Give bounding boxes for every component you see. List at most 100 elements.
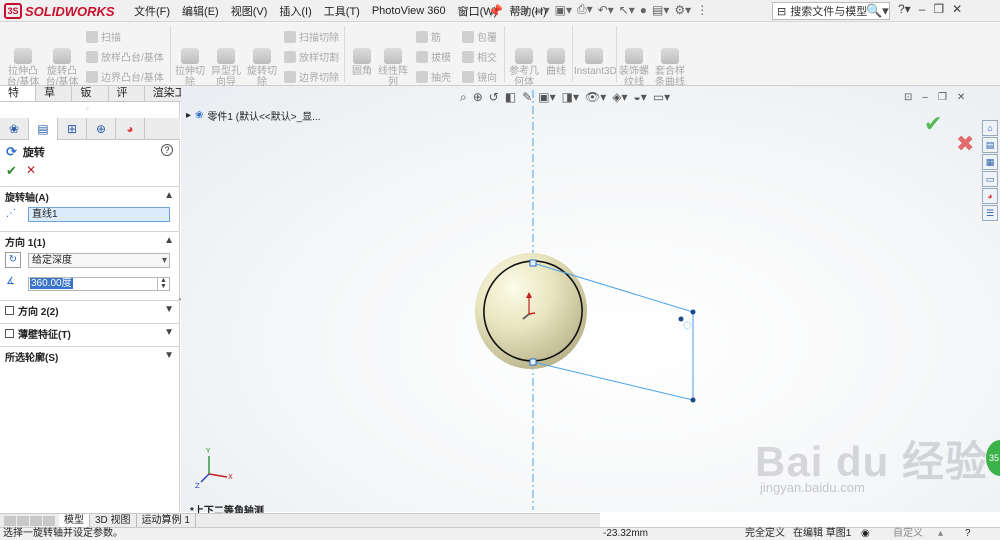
options-icon[interactable]: ⚙▾ <box>674 3 691 17</box>
reverse-direction-icon[interactable]: ↻ <box>5 252 21 268</box>
feature-tree-tab-icon[interactable]: ❀ <box>0 118 29 140</box>
sweep-button[interactable]: 扫描 <box>86 29 121 44</box>
more-icon[interactable]: ⋮ <box>696 3 708 17</box>
ok-button[interactable]: ✔ <box>6 163 17 179</box>
fit-spline-button[interactable]: 套合样 条曲线 <box>654 48 686 88</box>
end-condition-select[interactable]: 给定深度 ▾ <box>28 253 170 268</box>
menu-edit[interactable]: 编辑(E) <box>176 3 225 19</box>
minimize-icon[interactable]: – <box>919 2 926 16</box>
hole-wizard-label: 异型孔 向导 <box>211 66 241 88</box>
menu-insert[interactable]: 插入(I) <box>273 3 317 19</box>
undo-icon[interactable]: ↶▾ <box>598 3 614 17</box>
cosmetic-thread-icon <box>625 48 643 64</box>
extrude-cut-button[interactable]: 拉伸切 除 <box>174 48 206 88</box>
intersect-label: 相交 <box>477 53 497 64</box>
select-icon[interactable]: ↖▾ <box>619 3 635 17</box>
axis-section-header[interactable]: 旋转轴(A) ▲ <box>0 186 180 206</box>
revolve-cut-button[interactable]: 旋转切 除 <box>246 48 278 88</box>
menu-view[interactable]: 视图(V) <box>225 3 274 19</box>
print-icon[interactable]: ⎙▾ <box>577 2 593 17</box>
rebuild-icon[interactable]: ● <box>640 3 647 17</box>
units-dropdown-icon[interactable]: ▴ <box>938 528 943 540</box>
spinner-icon[interactable]: ▲ ▼ <box>157 277 169 290</box>
wrap-button[interactable]: 包覆 <box>462 29 497 44</box>
thin-feature-checkbox[interactable] <box>5 329 14 338</box>
open-icon[interactable]: ▱▾ <box>534 3 549 17</box>
revolve-angle-handle-icon[interactable]: ◌ <box>683 320 692 331</box>
mirror-button[interactable]: 镜向 <box>462 69 497 84</box>
status-custom-units[interactable]: 自定义 <box>893 528 923 540</box>
lofted-cut-button[interactable]: 放样切割 <box>284 49 339 64</box>
pin-icon[interactable]: 📌 <box>488 4 503 18</box>
revolve-cut-label: 旋转切 除 <box>247 66 277 88</box>
app-logo[interactable]: 3S SOLIDWORKS <box>4 2 115 20</box>
fillet-button[interactable]: 圆角 <box>348 48 376 77</box>
rebuild-status-icon[interactable]: ◉ <box>861 528 870 540</box>
boundary-button[interactable]: 边界凸台/基体 <box>86 69 164 84</box>
sketch-point[interactable] <box>529 358 537 366</box>
menu-photoview[interactable]: PhotoView 360 <box>366 5 452 17</box>
sketch-point[interactable] <box>690 397 696 403</box>
direction2-section-header[interactable]: 方向 2(2) ▼ <box>0 300 180 320</box>
config-manager-tab-icon[interactable]: ⊞ <box>58 118 87 140</box>
rib-button[interactable]: 筋 <box>416 29 441 44</box>
direction1-section-header[interactable]: 方向 1(1) ▲ <box>0 231 180 251</box>
menu-file[interactable]: 文件(F) <box>128 3 176 19</box>
tab-sheet-metal[interactable]: 钣金 <box>72 86 109 114</box>
tab-sketch[interactable]: 草图 <box>36 86 73 114</box>
dimxpert-tab-icon[interactable]: ⊕ <box>87 118 116 140</box>
appearance-tab-icon[interactable]: ◕ <box>116 118 145 140</box>
help-icon[interactable]: ? <box>161 144 173 156</box>
first-tab-icon[interactable] <box>4 515 16 526</box>
shell-button[interactable]: 抽壳 <box>416 69 451 84</box>
axis-selection-field[interactable]: 直线1 <box>28 207 170 222</box>
direction2-checkbox[interactable] <box>5 306 14 315</box>
intersect-button[interactable]: 相交 <box>462 49 497 64</box>
tab-scroll-nav <box>4 515 55 526</box>
sketch-point[interactable] <box>690 309 696 315</box>
tab-motion-study[interactable]: 运动算例 1 <box>137 514 196 527</box>
help-status-icon[interactable]: ? <box>965 528 971 540</box>
extrude-boss-button[interactable]: 拉伸凸 台/基体 <box>6 48 40 88</box>
next-tab-icon[interactable] <box>30 515 42 526</box>
ref-geometry-button[interactable]: 参考几 何体 <box>508 48 540 88</box>
triad-icon: Y X Z <box>195 447 233 490</box>
shell-label: 抽壳 <box>431 73 451 84</box>
mirror-label: 镜向 <box>477 73 497 84</box>
tab-evaluate[interactable]: 评估 <box>109 86 145 114</box>
ribbon-separator <box>616 26 617 82</box>
angle-input[interactable]: 360.00度 ▲ ▼ <box>28 277 170 291</box>
property-manager-tab-icon[interactable]: ▤ <box>29 118 58 140</box>
curves-button[interactable]: 曲线 <box>542 48 570 77</box>
restore-icon[interactable]: ❐ <box>933 2 944 16</box>
tab-model[interactable]: 模型 <box>59 514 90 527</box>
save-icon[interactable]: ▣▾ <box>555 3 572 17</box>
draft-button[interactable]: 拔模 <box>416 49 451 64</box>
ribbon-separator <box>504 26 505 82</box>
help-menu-icon[interactable]: ?▾ <box>898 2 911 16</box>
tab-3d-view[interactable]: 3D 视图 <box>90 514 137 527</box>
thin-feature-section-header[interactable]: 薄壁特征(T) ▼ <box>0 323 180 343</box>
instant3d-button[interactable]: Instant3D <box>574 48 617 77</box>
menu-tools[interactable]: 工具(T) <box>318 3 366 19</box>
swept-cut-button[interactable]: 扫描切除 <box>284 29 339 44</box>
new-icon[interactable]: ▭▾ <box>512 3 529 17</box>
close-icon[interactable]: ✕ <box>952 2 962 16</box>
loft-button[interactable]: 放样凸台/基体 <box>86 49 164 64</box>
cosmetic-thread-button[interactable]: 装饰螺 纹线 <box>618 48 650 88</box>
boundary-cut-button[interactable]: 边界切除 <box>284 69 339 84</box>
search-icon[interactable]: 🔍▾ <box>866 3 889 19</box>
prev-tab-icon[interactable] <box>17 515 29 526</box>
last-tab-icon[interactable] <box>43 515 55 526</box>
sketch-point[interactable] <box>529 259 537 267</box>
tab-features[interactable]: 特征 <box>0 86 37 114</box>
sphere-body[interactable] <box>475 253 587 369</box>
contours-section-header[interactable]: 所选轮廓(S) ▼ <box>0 346 180 366</box>
panel-grip-icon[interactable]: ◦ <box>86 104 89 113</box>
cosmetic-thread-label: 装饰螺 纹线 <box>619 66 649 88</box>
linear-pattern-button[interactable]: 线性阵 列 <box>378 48 408 88</box>
cancel-button[interactable]: ✕ <box>26 163 36 177</box>
file-properties-icon[interactable]: ▤▾ <box>652 3 669 17</box>
hole-wizard-button[interactable]: 异型孔 向导 <box>210 48 242 88</box>
revolve-boss-button[interactable]: 旋转凸 台/基体 <box>44 48 80 88</box>
